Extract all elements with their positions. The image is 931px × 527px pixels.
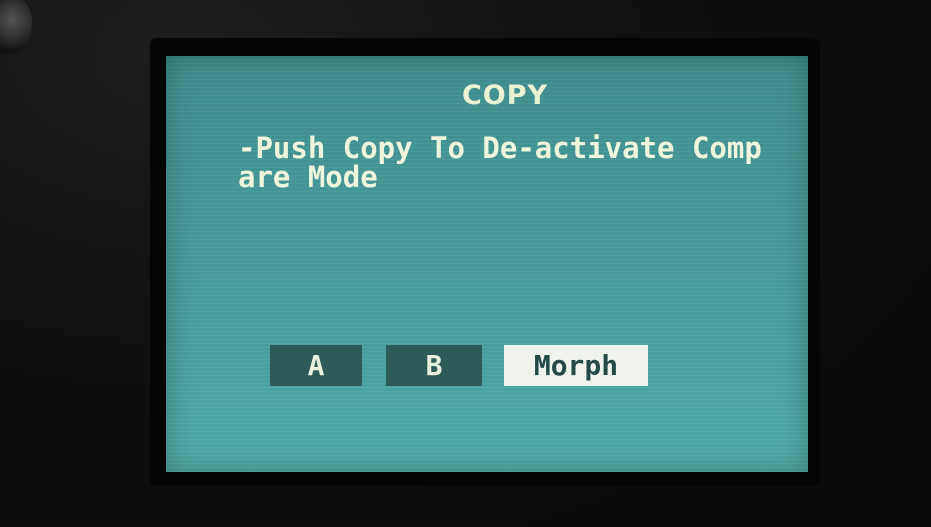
morph-button[interactable]: Morph [504,345,648,386]
lcd-screen: COPY -Push Copy To De-activate Compare M… [166,56,808,472]
b-button[interactable]: B [386,345,482,386]
device-panel: COPY -Push Copy To De-activate Compare M… [0,0,931,527]
knob[interactable] [0,0,32,54]
page-title: COPY [461,80,549,111]
instruction-message: -Push Copy To De-activate Compare Mode [238,131,762,194]
a-button[interactable]: A [270,345,362,386]
